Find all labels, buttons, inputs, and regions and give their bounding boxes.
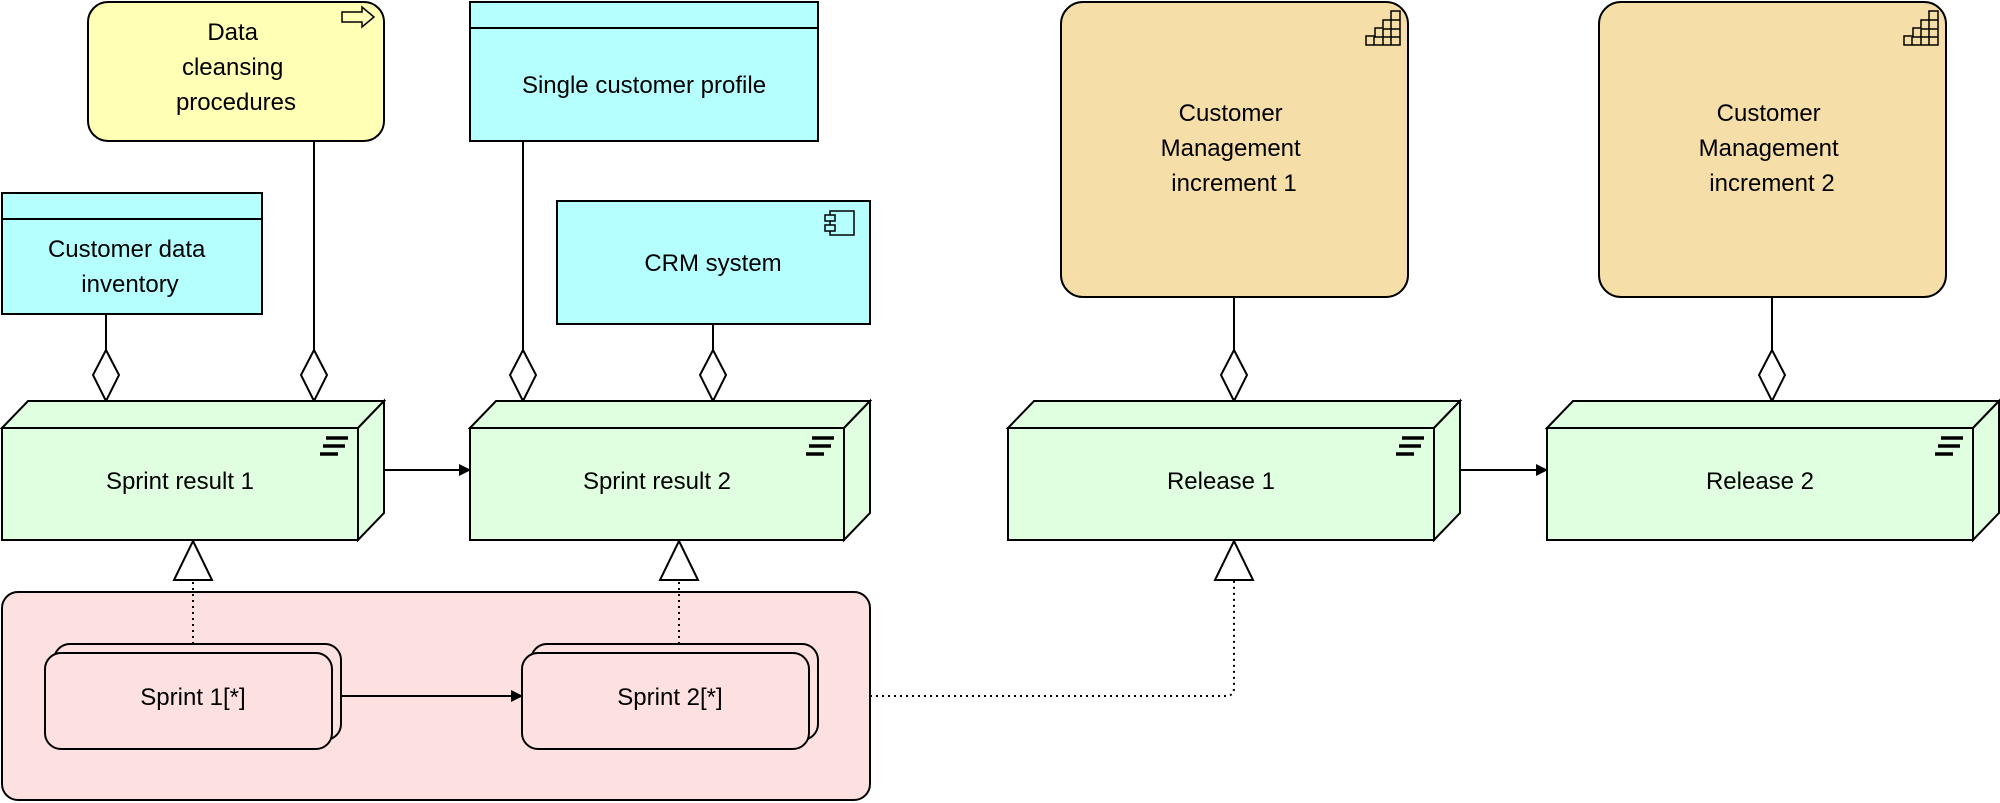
svg-text:Sprint 1[*]: Sprint 1[*] [140, 684, 245, 711]
diamond-icon [1757, 347, 1787, 404]
crm-system[interactable]: CRM system [556, 200, 871, 325]
triangle-icon [172, 538, 214, 581]
customer-management-increment-1[interactable]: Customer Management increment 1 [1060, 1, 1409, 298]
svg-text:Sprint 2[*]: Sprint 2[*] [617, 684, 722, 711]
release-2[interactable]: Release 2 [1544, 398, 2000, 543]
sprint-result-1[interactable]: Sprint result 1 [0, 398, 387, 543]
sprint-result-2[interactable]: Sprint result 2 [467, 398, 873, 543]
sprint-2[interactable]: Sprint 2[*] [521, 643, 819, 750]
svg-text:CRM system: CRM system [644, 250, 781, 277]
aggregation-connectors [105, 141, 1773, 350]
svg-text:Customer Management: Customer Management increment 2 [1699, 100, 1846, 197]
customer-data-inventory[interactable]: Customer data inventory [1, 192, 263, 315]
archimate-diagram: Data cleansing procedures Single custome… [0, 1, 2000, 801]
svg-text:Customer Management: Customer Management increment 1 [1161, 100, 1308, 197]
node-label: Release 1 [1167, 468, 1275, 495]
diamond-icon [91, 347, 121, 404]
triangle-icon [1213, 538, 1255, 581]
data-cleansing-procedures[interactable]: Data cleansing procedures [87, 1, 385, 142]
customer-management-increment-2[interactable]: Customer Management increment 2 [1598, 1, 1947, 298]
diamond-icon [508, 347, 538, 404]
diamond-icon [299, 347, 329, 404]
realization-triangles [172, 538, 1255, 581]
triangle-icon [658, 538, 700, 581]
node-label: Sprint result 2 [583, 468, 731, 495]
component-icon [824, 210, 855, 236]
release-1[interactable]: Release 1 [1005, 398, 1463, 543]
diamond-icon [698, 347, 728, 404]
node-label: Release 2 [1706, 468, 1814, 495]
diamond-icon [1219, 347, 1249, 404]
node-label: Sprint result 1 [106, 468, 254, 495]
svg-text:Single customer profile: Single customer profile [522, 72, 766, 99]
aggregation-diamonds [91, 347, 1787, 404]
single-customer-profile[interactable]: Single customer profile [469, 1, 819, 142]
sprint-1[interactable]: Sprint 1[*] [44, 643, 342, 750]
